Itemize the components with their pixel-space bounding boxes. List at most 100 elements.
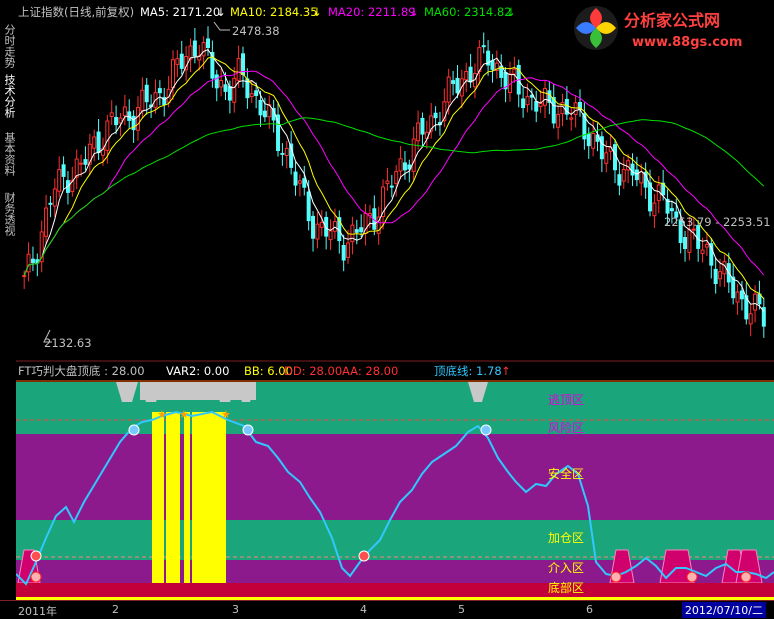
candle-body [79,162,84,165]
zone-label-risk: 风险区 [548,420,584,435]
candle-body [398,158,403,172]
star-marker: ★ [157,408,167,421]
candle-body [652,202,657,217]
var2-label: VAR2: 0.00 [166,364,229,378]
candle-body [525,95,530,106]
yellow-bar [192,412,226,600]
candle-body [258,99,263,116]
candle-body [280,152,285,155]
candle-body [315,223,320,240]
base-signal-marker [686,571,698,583]
candle-body [696,225,701,249]
candle-body [433,112,438,119]
candle-body [175,58,180,65]
candle-body [144,84,149,103]
cursor-price-label: 2253.79 - 2253.51 [664,215,771,229]
candle-body [700,249,705,254]
candle-body [551,97,556,124]
candle-body [122,106,127,117]
indicator-title: FT巧判大盘顶底 : 28.00 [18,364,145,378]
axis-label-apr: 4 [360,603,367,616]
candle-body [346,242,351,258]
axis-label-jun: 6 [586,603,593,616]
candle-body [490,60,495,70]
candle-body [284,147,289,156]
candle-body [634,169,639,181]
candle-body [757,293,762,305]
candle-body [157,88,162,94]
star-marker: ★ [179,408,189,421]
candle-body [739,290,744,300]
candle-body [446,76,451,103]
candle-body [556,113,561,128]
candle-body [227,86,232,101]
candle-body [604,152,609,164]
candle-body [731,276,736,299]
candle-body [359,227,364,233]
candle-body [96,131,101,154]
candle-body [74,158,79,178]
candle-body [617,174,622,186]
zone-label-bottom: 底部区 [548,580,584,595]
zone-label-entry: 介入区 [548,561,584,575]
tab-profile[interactable]: 基本资料 [1,130,16,178]
ma60-label: MA60: 2314.82 [424,5,512,19]
candle-body [48,202,53,205]
candle-body [254,90,259,97]
candle-body [573,102,578,115]
ma5-arrow: ↓ [216,5,226,19]
candle-body [311,215,316,239]
candle-body [420,117,425,135]
time-axis: 2011年 2 3 4 5 6 2012/07/10/二 [0,600,774,619]
candle-body [512,68,517,75]
zone-label-safe: 安全区 [548,466,584,481]
candle-body [170,59,175,89]
candle-body [669,208,674,212]
logo-brand: 分析家公式网 [624,11,720,30]
top-signal-marker [480,424,492,436]
chart-title: 上证指数(日线,前复权) [18,5,134,19]
candle-body [718,271,723,280]
candle-body [691,228,696,231]
candle-body [477,47,482,72]
top-signal-marker [128,424,140,436]
tab-intraday[interactable]: 分时走势 [1,22,16,70]
zone-label-escape: 逃顶区 [548,393,584,407]
candle-body [389,185,394,188]
topline-arrow: ↑ [501,364,511,378]
candle-body [521,98,526,109]
candle-body [262,110,267,118]
bottom-signal-marker [358,550,370,562]
indicator-chart[interactable]: ★ ★ ★ 逃顶区 风险区 安全区 加仓区 介入区 底部区 FT巧判大盘顶底 : 2… [16,362,774,600]
candle-body [385,180,390,185]
dd-label: DD: 28.00 [284,364,342,378]
yellow-bar [184,412,190,600]
candle-body [214,74,219,89]
ma10-arrow: ↓ [312,5,322,19]
candle-body [402,162,407,171]
candle-body [648,182,653,212]
candle-body [236,58,241,81]
bottom-signal-marker [30,550,42,562]
base-signal-marker [30,571,42,583]
candle-body [683,237,688,250]
candle-body [83,159,88,165]
candle-body [481,45,486,48]
candle-body [416,122,421,142]
candle-body [30,258,35,264]
candle-body [341,244,346,261]
candle-body [57,169,62,192]
candle-body [591,133,596,149]
candle-body [319,221,324,228]
candle-body [687,229,692,253]
candle-body [534,101,539,112]
site-logo: 分析家公式网 www.88gs.com [572,0,772,58]
tab-technical[interactable]: 技术分析 [1,72,16,120]
candle-body [630,163,635,176]
candle-body [586,133,591,147]
candle-body [44,207,49,237]
tab-finance[interactable]: 财务透视 [1,190,16,238]
candle-body [468,66,473,83]
candle-body [542,88,547,106]
candle-body [61,164,66,177]
